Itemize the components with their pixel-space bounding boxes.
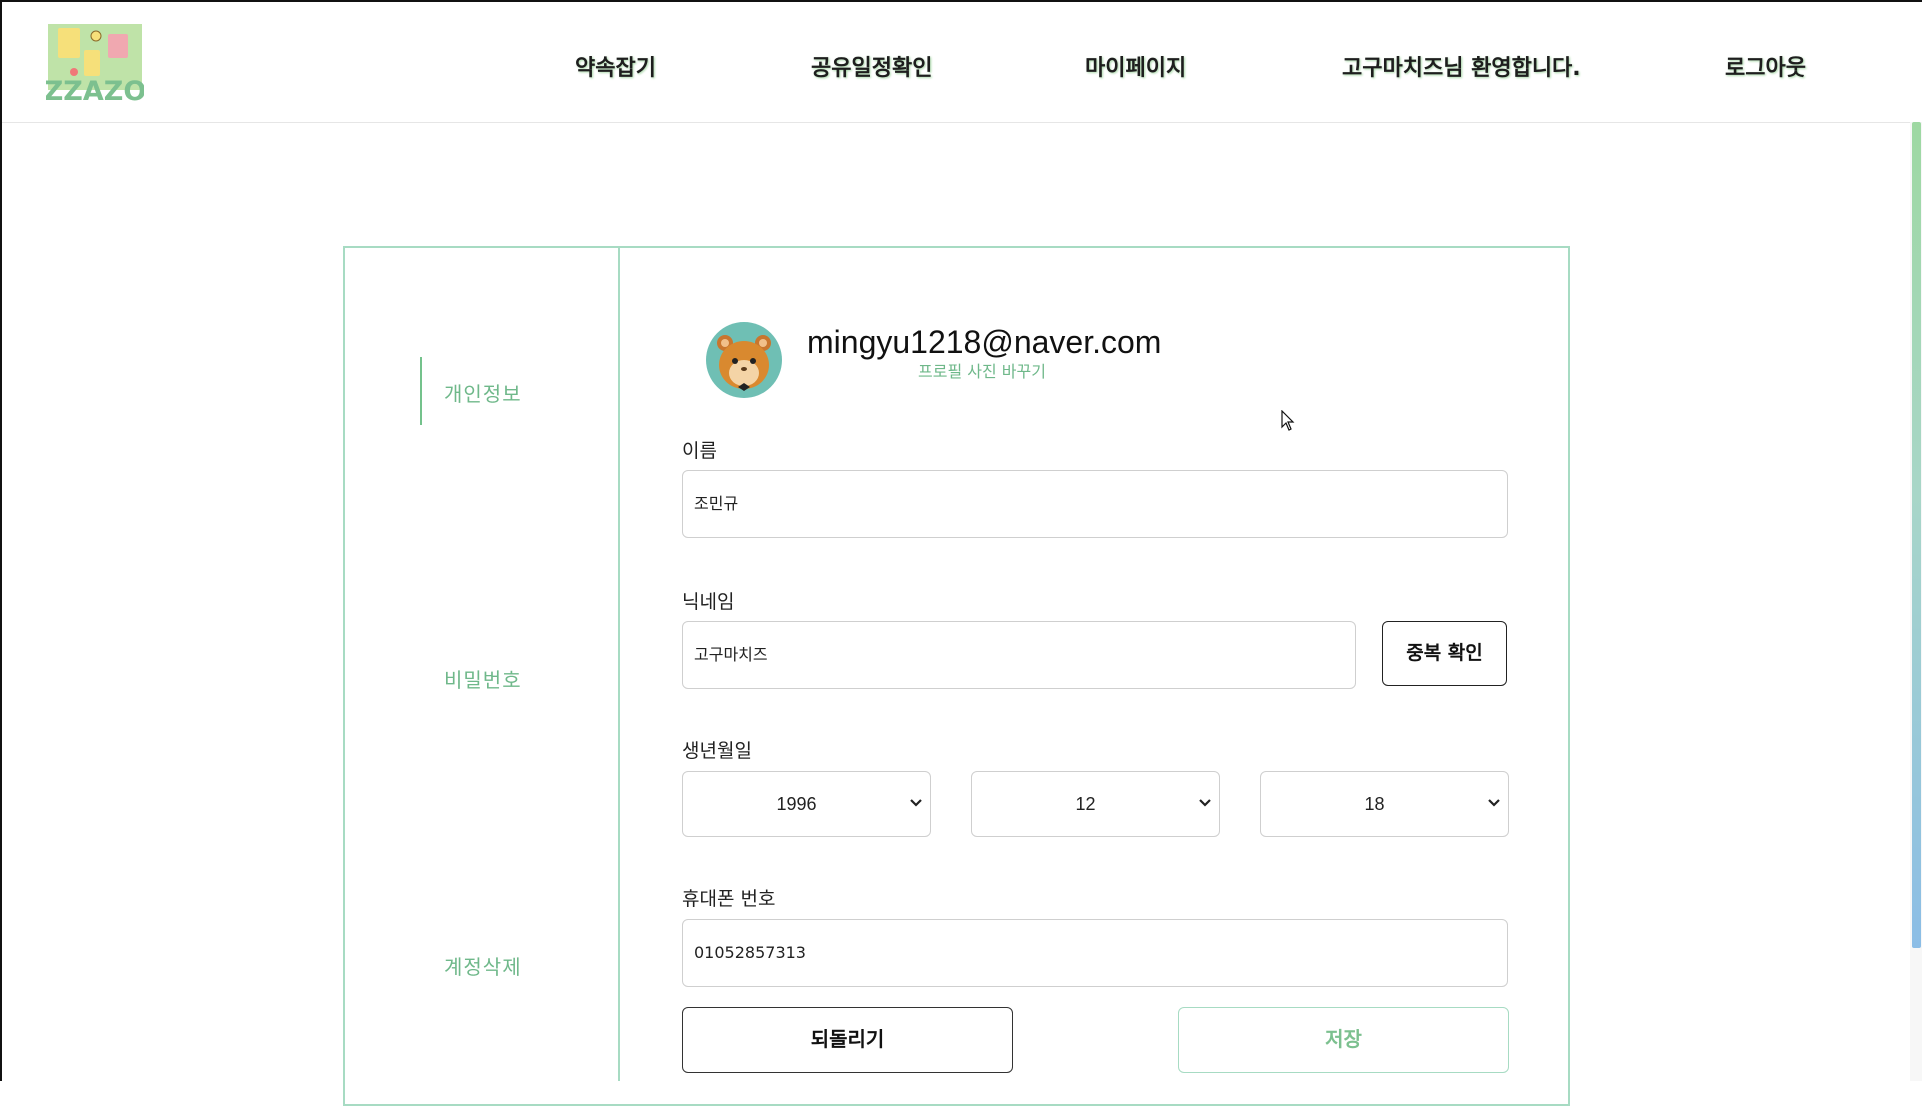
birth-day-value: 18 (1364, 794, 1385, 814)
phone-label: 휴대폰 번호 (682, 888, 776, 910)
nav-shared-schedule[interactable]: 공유일정확인 (811, 50, 932, 82)
nickname-input[interactable]: 고구마치즈 (682, 621, 1356, 689)
birth-year-value: 1996 (776, 794, 817, 814)
sidebar-active-indicator (420, 357, 422, 425)
save-button[interactable]: 저장 (1178, 1007, 1509, 1073)
phone-input[interactable]: 01052857313 (682, 919, 1508, 987)
name-label: 이름 (682, 440, 717, 462)
chevron-down-icon (1488, 799, 1500, 807)
nav-logout[interactable]: 로그아웃 (1725, 50, 1806, 82)
birth-year-select[interactable]: 1996 (682, 771, 931, 837)
birth-day-select[interactable]: 18 (1260, 771, 1509, 837)
chevron-down-icon (910, 799, 922, 807)
site-header: ZZAZO 약속잡기 공유일정확인 마이페이지 고구마치즈님 환영합니다. 로그… (2, 2, 1922, 123)
profile-email: mingyu1218@naver.com (807, 324, 1162, 360)
change-profile-photo-link[interactable]: 프로필 사진 바꾸기 (918, 358, 1046, 382)
hamster-avatar-icon[interactable] (705, 321, 783, 399)
nav-welcome-user[interactable]: 고구마치즈님 환영합니다. (1342, 50, 1581, 82)
mouse-pointer-icon (1281, 410, 1295, 431)
name-input[interactable]: 조민규 (682, 470, 1508, 538)
birth-month-value: 12 (1075, 794, 1096, 814)
nickname-label: 닉네임 (682, 591, 735, 613)
revert-button[interactable]: 되돌리기 (682, 1007, 1013, 1073)
scrollbar-thumb[interactable] (1912, 122, 1921, 948)
logo-text: ZZAZO (46, 76, 144, 104)
chevron-down-icon (1199, 799, 1211, 807)
sidebar-item-personal-info[interactable]: 개인정보 (444, 378, 522, 407)
sidebar-item-password[interactable]: 비밀번호 (444, 664, 522, 693)
zzazo-logo[interactable]: ZZAZO (46, 22, 144, 104)
sidebar-item-delete-account[interactable]: 계정삭제 (444, 951, 522, 980)
birth-month-select[interactable]: 12 (971, 771, 1220, 837)
window-left-border (0, 0, 2, 1081)
nav-my-page[interactable]: 마이페이지 (1085, 50, 1186, 82)
nav-make-appointment[interactable]: 약속잡기 (575, 50, 656, 82)
nickname-duplicate-check-button[interactable]: 중복 확인 (1382, 621, 1507, 686)
birth-label: 생년월일 (682, 740, 752, 762)
